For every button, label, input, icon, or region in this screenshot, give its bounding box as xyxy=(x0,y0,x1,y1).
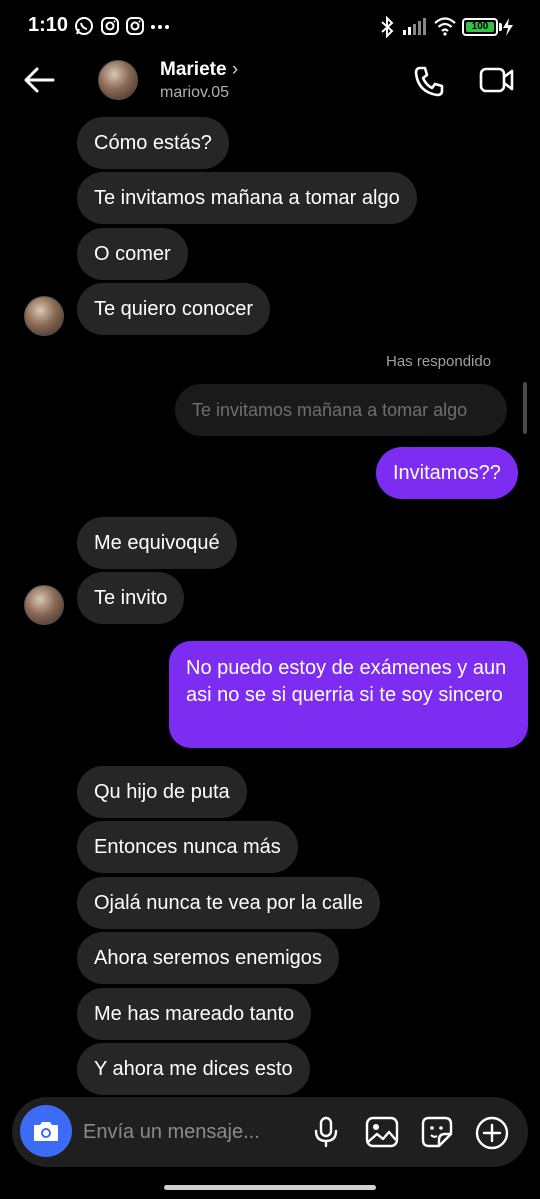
scrollbar[interactable] xyxy=(523,382,527,434)
incoming-message[interactable]: Cómo estás? xyxy=(77,117,229,169)
battery-icon: 100 xyxy=(462,18,498,36)
contact-username: mariov.05 xyxy=(160,84,230,101)
contact-avatar[interactable] xyxy=(98,60,138,100)
battery-level: 100 xyxy=(466,22,494,32)
contact-name[interactable]: Mariete › xyxy=(160,59,238,81)
add-icon[interactable] xyxy=(475,1116,509,1150)
message-input[interactable] xyxy=(83,1117,293,1147)
bluetooth-icon xyxy=(378,16,396,38)
more-dots-icon xyxy=(150,16,170,36)
outgoing-message[interactable]: Invitamos?? xyxy=(376,447,518,499)
wifi-icon xyxy=(433,16,457,36)
incoming-message[interactable]: Te invitamos mañana a tomar algo xyxy=(77,172,417,224)
home-indicator[interactable] xyxy=(164,1185,376,1190)
incoming-message[interactable]: Me equivoqué xyxy=(77,517,237,569)
incoming-message[interactable]: O comer xyxy=(77,228,188,280)
back-arrow-icon[interactable] xyxy=(22,64,56,96)
chat-header xyxy=(0,56,540,112)
phone-icon[interactable] xyxy=(412,64,446,98)
instagram-icon xyxy=(125,16,145,36)
incoming-message[interactable]: Qu hijo de puta xyxy=(77,766,247,818)
camera-button[interactable] xyxy=(20,1105,72,1157)
incoming-message[interactable]: Y ahora me dices esto xyxy=(77,1043,310,1095)
signal-icon xyxy=(402,16,428,36)
charging-icon xyxy=(502,18,514,36)
status-bar: 1:10 100 xyxy=(0,0,540,56)
incoming-message[interactable]: Entonces nunca más xyxy=(77,821,298,873)
outgoing-message[interactable]: No puedo estoy de exámenes y aun asi no … xyxy=(169,641,528,748)
incoming-message[interactable]: Te invito xyxy=(77,572,185,624)
sender-avatar[interactable] xyxy=(24,296,64,336)
video-call-icon[interactable] xyxy=(478,64,516,96)
incoming-message[interactable]: Te quiero conocer xyxy=(77,283,270,335)
sticker-icon[interactable] xyxy=(421,1116,453,1148)
status-time: 1:10 xyxy=(28,14,69,36)
microphone-icon[interactable] xyxy=(313,1116,339,1148)
quoted-reply-message[interactable]: Te invitamos mañana a tomar algo xyxy=(175,384,507,436)
instagram-icon xyxy=(100,16,120,36)
incoming-message[interactable]: Ahora seremos enemigos xyxy=(77,932,339,984)
incoming-message[interactable]: Me has mareado tanto xyxy=(77,988,312,1040)
incoming-message[interactable]: Ojalá nunca te vea por la calle xyxy=(77,877,381,929)
whatsapp-icon xyxy=(74,16,94,36)
reply-note: Has respondido xyxy=(386,353,492,370)
gallery-icon[interactable] xyxy=(365,1116,399,1148)
sender-avatar[interactable] xyxy=(24,585,64,625)
camera-icon xyxy=(32,1119,60,1143)
chevron-right-icon: › xyxy=(231,59,239,80)
